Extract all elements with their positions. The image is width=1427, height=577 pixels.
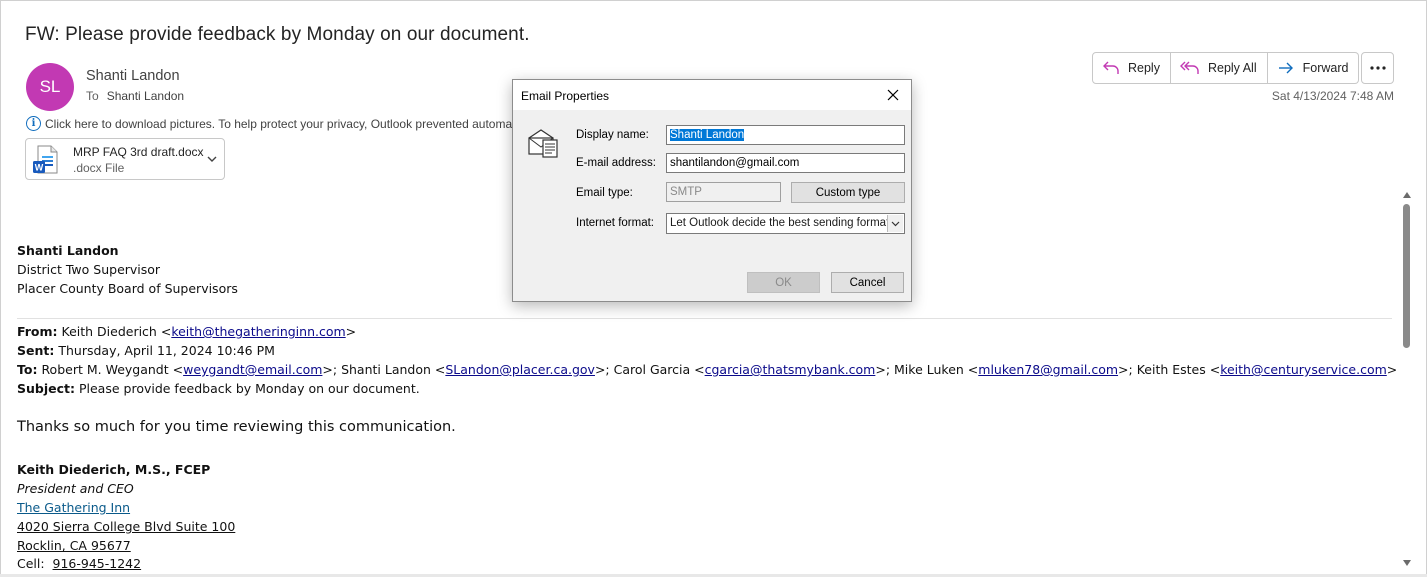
email-type-field: SMTP bbox=[666, 182, 781, 202]
scrollbar-thumb[interactable] bbox=[1403, 204, 1410, 348]
forward-label: Forward bbox=[1302, 61, 1349, 75]
svg-text:W: W bbox=[35, 163, 44, 173]
attachment-card[interactable]: W MRP FAQ 3rd draft.docx .docx File bbox=[25, 138, 225, 180]
recipient-email-link[interactable]: SLandon@placer.ca.gov bbox=[445, 362, 595, 377]
forward-divider bbox=[17, 318, 1392, 319]
attachment-name: MRP FAQ 3rd draft.docx bbox=[73, 145, 204, 159]
reply-all-label: Reply All bbox=[1207, 61, 1257, 75]
forward-button[interactable]: Forward bbox=[1267, 52, 1360, 84]
recipient-name[interactable]: Shanti Landon bbox=[107, 89, 184, 103]
reply-all-button[interactable]: Reply All bbox=[1170, 52, 1268, 84]
forward-subject-line: Subject: Please provide feedback by Mond… bbox=[17, 381, 420, 396]
email-type-label: Email type: bbox=[576, 187, 633, 199]
organization-link[interactable]: The Gathering Inn bbox=[17, 498, 130, 517]
more-actions-button[interactable] bbox=[1361, 52, 1394, 84]
more-horizontal-icon bbox=[1369, 66, 1386, 70]
email-address-label: E-mail address: bbox=[576, 157, 656, 169]
close-button[interactable] bbox=[883, 86, 903, 104]
privacy-notice-bar[interactable]: i Click here to download pictures. To he… bbox=[26, 116, 516, 132]
sender-signature-name: Keith Diederich, M.S., FCEP bbox=[17, 462, 211, 477]
recipient-email-link[interactable]: mluken78@gmail.com bbox=[978, 362, 1118, 377]
sender-avatar[interactable]: SL bbox=[26, 63, 74, 111]
internet-format-select[interactable]: Let Outlook decide the best sending form… bbox=[666, 213, 905, 234]
attachment-type: .docx File bbox=[73, 161, 125, 175]
reply-button[interactable]: Reply bbox=[1092, 52, 1171, 84]
dropdown-arrow-icon[interactable] bbox=[887, 215, 903, 232]
close-icon bbox=[887, 89, 899, 101]
cell-phone-line: Cell: 916-945-1242 bbox=[17, 556, 142, 571]
display-name-field[interactable]: Shanti Landon bbox=[666, 125, 905, 145]
scroll-up-arrow-icon[interactable] bbox=[1403, 192, 1411, 198]
forward-icon bbox=[1278, 62, 1293, 74]
internet-format-label: Internet format: bbox=[576, 217, 654, 229]
forward-to-line: To: Robert M. Weygandt <weygandt@email.c… bbox=[17, 362, 1398, 377]
cancel-button[interactable]: Cancel bbox=[831, 272, 904, 293]
display-name-value: Shanti Landon bbox=[670, 129, 745, 141]
sender-signature-title: President and CEO bbox=[17, 481, 134, 496]
contact-card-icon bbox=[528, 129, 558, 158]
reply-all-icon bbox=[1179, 61, 1199, 74]
custom-type-button[interactable]: Custom type bbox=[791, 182, 905, 203]
dialog-title-bar[interactable]: Email Properties bbox=[513, 80, 911, 110]
ok-button[interactable]: OK bbox=[747, 272, 820, 293]
cell-phone-link[interactable]: 916-945-1242 bbox=[53, 556, 142, 571]
sender-name[interactable]: Shanti Landon bbox=[86, 68, 180, 84]
chevron-down-icon[interactable] bbox=[206, 153, 218, 165]
reply-icon bbox=[1103, 61, 1119, 74]
recipient-line: To Shanti Landon bbox=[86, 89, 184, 103]
recipient-email-link[interactable]: keith@centuryservice.com bbox=[1220, 362, 1387, 377]
email-address-field[interactable]: shantilandon@gmail.com bbox=[666, 153, 905, 173]
forward-from-line: From: Keith Diederich <keith@thegatherin… bbox=[17, 324, 357, 339]
message-actions: Reply Reply All Forward bbox=[1092, 52, 1360, 84]
address-line-1[interactable]: 4020 Sierra College Blvd Suite 100 bbox=[17, 517, 235, 536]
to-label: To bbox=[86, 89, 99, 103]
privacy-notice-text[interactable]: Click here to download pictures. To help… bbox=[45, 117, 516, 131]
scroll-down-arrow-icon[interactable] bbox=[1403, 560, 1411, 566]
forward-sent-line: Sent: Thursday, April 11, 2024 10:46 PM bbox=[17, 343, 275, 358]
message-text: Thanks so much for you time reviewing th… bbox=[17, 419, 456, 435]
vertical-scrollbar[interactable] bbox=[1400, 190, 1414, 574]
from-email-link[interactable]: keith@thegatheringinn.com bbox=[171, 324, 345, 339]
avatar-initials: SL bbox=[39, 77, 61, 96]
recipient-email-link[interactable]: cgarcia@thatsmybank.com bbox=[705, 362, 876, 377]
display-name-label: Display name: bbox=[576, 129, 649, 141]
recipient-email-link[interactable]: weygandt@email.com bbox=[183, 362, 322, 377]
info-icon: i bbox=[26, 116, 41, 131]
address-line-2[interactable]: Rocklin, CA 95677 bbox=[17, 536, 131, 555]
word-document-icon: W bbox=[33, 145, 58, 174]
email-subject: FW: Please provide feedback by Monday on… bbox=[25, 24, 530, 45]
received-timestamp: Sat 4/13/2024 7:48 AM bbox=[1271, 89, 1394, 103]
email-properties-dialog: Email Properties Display name: Shanti La… bbox=[512, 79, 912, 302]
dialog-title: Email Properties bbox=[521, 89, 610, 103]
internet-format-value: Let Outlook decide the best sending form… bbox=[670, 217, 890, 229]
reply-label: Reply bbox=[1128, 61, 1160, 75]
